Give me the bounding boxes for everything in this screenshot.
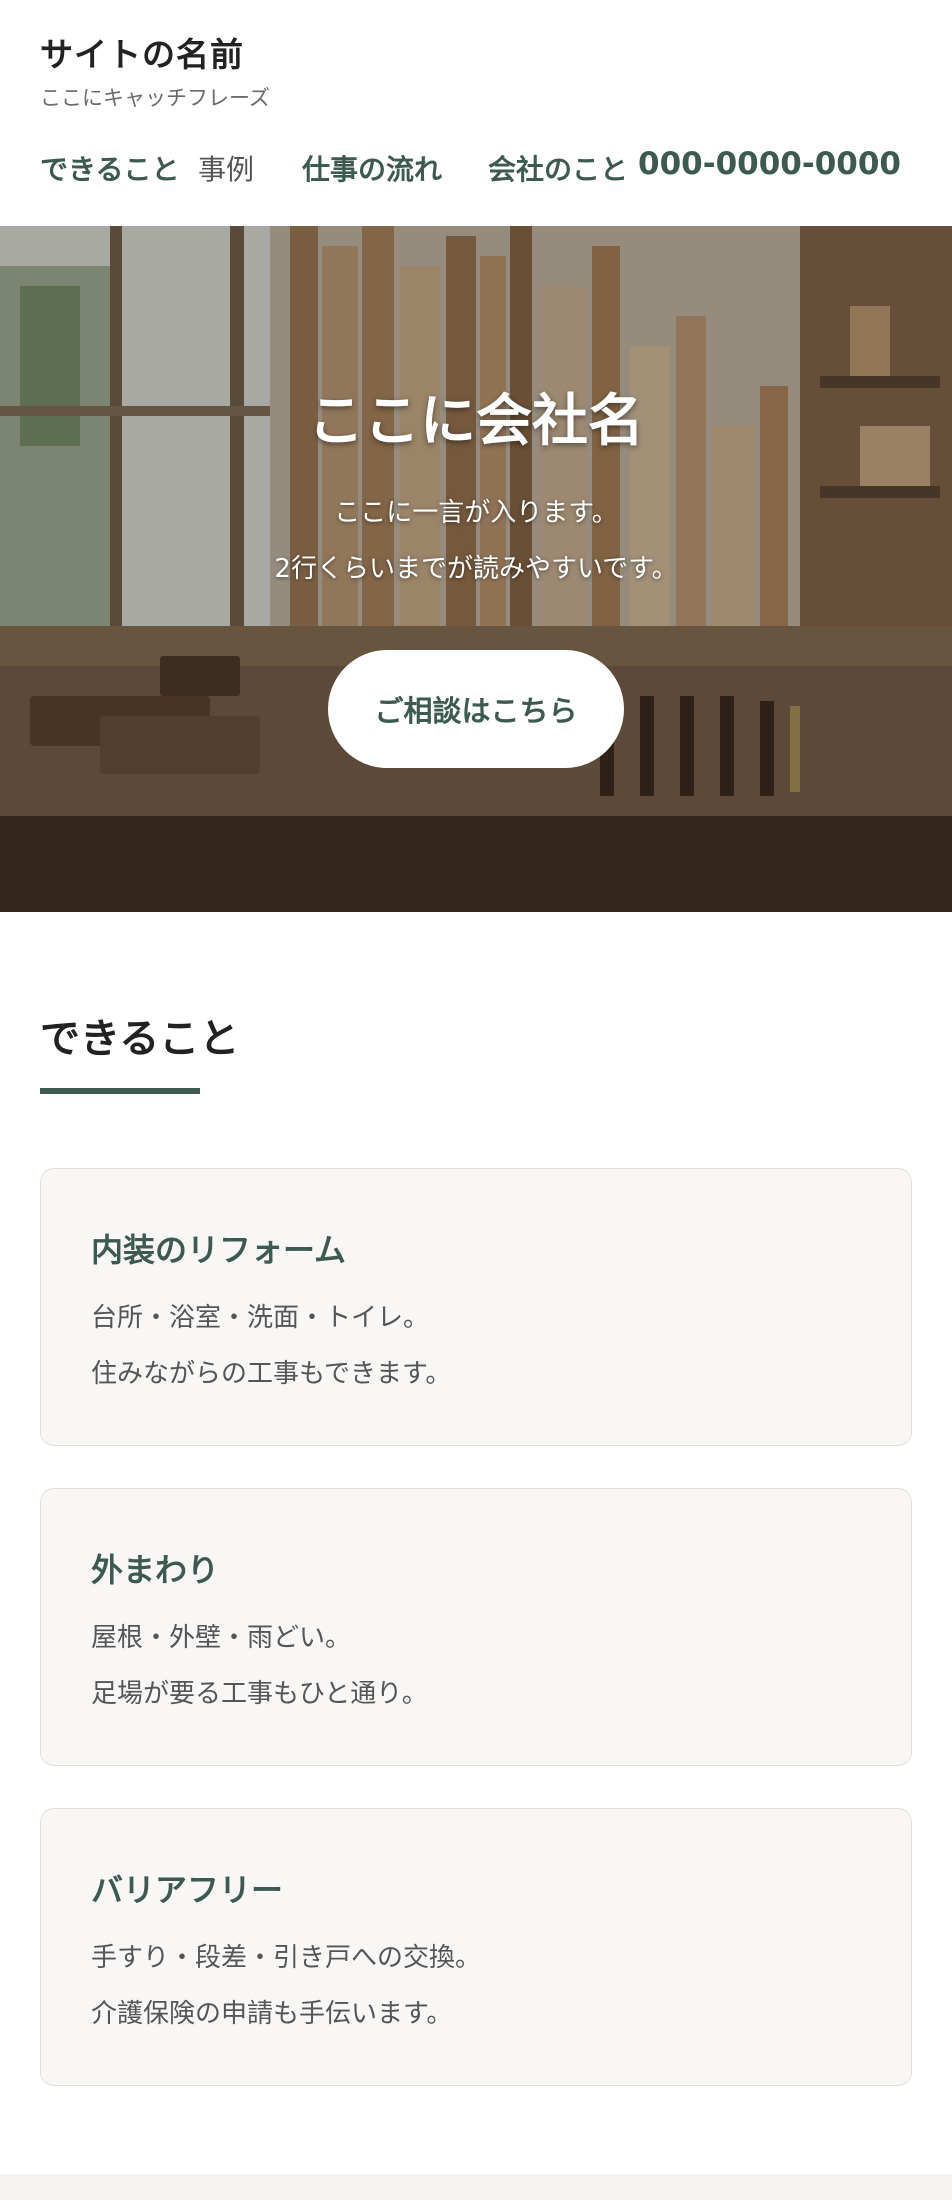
hero-section: ここに会社名 ここに一言が入ります。 2行くらいまでが読みやすいです。 ご相談は… [0, 226, 952, 912]
site-title[interactable]: サイトの名前 [40, 28, 244, 76]
service-card-text: 手すり・段差・引き戸への交換。 [91, 1943, 482, 1973]
nav-item-workflow[interactable]: 仕事の流れ [302, 148, 442, 188]
hero-tagline-line-1: ここに一言が入ります。 [334, 498, 618, 528]
section-title-services: できること [40, 1016, 240, 1062]
phone-link[interactable]: 000-0000-0000 [638, 146, 901, 182]
service-card: 内装のリフォーム 台所・浴室・洗面・トイレ。 住みながらの工事もできます。 [40, 1168, 912, 1446]
hero-title: ここに会社名 [308, 389, 644, 454]
site-catchphrase: ここにキャッチフレーズ [40, 86, 270, 110]
service-card-text: 住みながらの工事もできます。 [91, 1359, 452, 1389]
consultation-button[interactable]: ご相談はこちら [328, 650, 624, 768]
service-card-text: 台所・浴室・洗面・トイレ。 [91, 1303, 430, 1333]
section-underline [40, 1088, 200, 1094]
nav-item-services[interactable]: できること [40, 148, 179, 188]
service-card-title: 外まわり [91, 1551, 220, 1589]
nav-item-company[interactable]: 会社のこと [488, 148, 628, 188]
service-card-text: 屋根・外壁・雨どい。 [91, 1623, 352, 1653]
nav-item-cases[interactable]: 事例 [198, 148, 254, 188]
service-card: バリアフリー 手すり・段差・引き戸への交換。 介護保険の申請も手伝います。 [40, 1808, 912, 2086]
next-section-edge [0, 2174, 952, 2200]
hero-tagline-line-2: 2行くらいまでが読みやすいです。 [274, 554, 678, 584]
service-card-title: バリアフリー [91, 1871, 284, 1909]
service-card-title: 内装のリフォーム [91, 1231, 347, 1269]
service-card-text: 介護保険の申請も手伝います。 [91, 1999, 453, 2029]
service-card-text: 足場が要る工事もひと通り。 [91, 1679, 428, 1709]
site-header: サイトの名前 ここにキャッチフレーズ できること 事例 仕事の流れ 会社のこと … [0, 0, 952, 226]
main-nav: できること 事例 仕事の流れ 会社のこと 000-0000-0000 [40, 142, 920, 192]
service-card: 外まわり 屋根・外壁・雨どい。 足場が要る工事もひと通り。 [40, 1488, 912, 1766]
